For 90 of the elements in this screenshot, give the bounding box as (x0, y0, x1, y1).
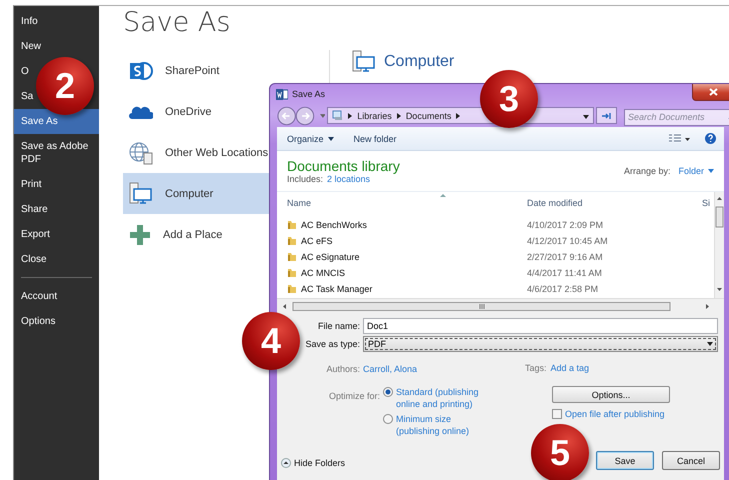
radio-option[interactable]: Standard (publishing online and printing) (383, 386, 493, 410)
file-name-field[interactable]: Doc1 (363, 318, 718, 334)
sidebar-item[interactable]: Sa (14, 84, 34, 109)
options-button[interactable]: Options... (552, 386, 670, 403)
locations-link[interactable]: 2 locations (327, 174, 370, 184)
caret-icon (582, 114, 589, 118)
sidebar-item[interactable]: O (14, 59, 30, 84)
sidebar-item[interactable]: Close (14, 247, 48, 272)
close-button[interactable] (692, 84, 729, 101)
sidebar-item[interactable]: Info (14, 9, 39, 34)
authors-link[interactable]: Carroll, Alona (363, 364, 418, 374)
caret-icon (320, 114, 326, 118)
arrow-icon (456, 112, 460, 118)
sharepoint-icon (129, 60, 153, 82)
arrange-dropdown[interactable]: Folder (678, 166, 714, 176)
sidebar-item[interactable]: Share (14, 197, 49, 222)
date-cell: 4/6/2017 2:58 PM (527, 284, 598, 294)
word-icon (276, 88, 288, 100)
sidebar-item[interactable]: Print (14, 172, 43, 197)
place-label: Other Web Locations (165, 146, 268, 158)
place-item[interactable]: SharePoint (123, 50, 329, 91)
refresh-icon (601, 112, 612, 120)
dialog-button[interactable]: Save (596, 451, 654, 470)
field-label: File name: (316, 321, 361, 331)
column-header[interactable]: Si (702, 198, 714, 208)
folder-icon (287, 252, 297, 262)
breadcrumb-item[interactable]: Documents (406, 110, 452, 120)
dialog-title: Save As (292, 89, 326, 99)
folder-row[interactable]: AC eFS (287, 236, 527, 246)
library-title: Documents library (287, 158, 400, 174)
location-heading: Computer (384, 53, 454, 71)
page-title: Save As (123, 6, 230, 40)
folder-row[interactable]: AC BenchWorks (287, 220, 527, 230)
tags-link[interactable]: Add a tag (550, 363, 590, 373)
view-icon[interactable] (669, 134, 691, 144)
plus-icon (129, 224, 151, 246)
sidebar-item[interactable]: New (14, 34, 42, 59)
date-cell: 4/4/2017 11:41 AM (527, 268, 602, 278)
radio-option[interactable]: Minimum size (publishing online) (383, 413, 493, 437)
folder-row[interactable]: AC MNCIS (287, 268, 527, 278)
computer-icon (352, 50, 376, 74)
place-label: Computer (165, 188, 214, 200)
open-after-checkbox[interactable]: Open file after publishing (552, 409, 670, 419)
horizontal-scrollbar[interactable] (277, 298, 724, 310)
column-header[interactable]: Date modified (527, 198, 702, 208)
folder-row[interactable]: AC Task Manager (287, 284, 527, 294)
folder-icon (287, 236, 297, 246)
search-field[interactable]: Search Documents (624, 108, 729, 126)
place-label: OneDrive (165, 106, 212, 118)
toolbar-button[interactable]: New folder (354, 134, 397, 144)
authors-label: Authors: (326, 364, 360, 374)
folder-icon (287, 268, 297, 278)
place-label: SharePoint (165, 64, 220, 76)
collapse-icon (281, 458, 291, 468)
folder-icon (287, 220, 297, 230)
help-icon[interactable] (705, 133, 716, 144)
sort-arrow-icon (440, 194, 446, 197)
hide-folders-button[interactable]: Hide Folders (281, 458, 346, 468)
caret-icon (328, 136, 334, 140)
field-label: Save as type: (304, 339, 361, 349)
sidebar-item[interactable]: Account (14, 284, 58, 309)
date-cell: 2/27/2017 9:16 AM (527, 252, 603, 262)
close-icon (708, 88, 718, 96)
date-cell: 4/12/2017 10:45 AM (527, 236, 608, 246)
sidebar-item[interactable]: Save as Adobe PDF (14, 134, 99, 172)
date-cell: 4/10/2017 2:09 PM (527, 220, 604, 230)
arrow-icon (396, 112, 401, 118)
place-label: Add a Place (163, 228, 222, 240)
save-type-dropdown[interactable]: PDF (363, 336, 718, 352)
cloud-icon (129, 104, 153, 118)
toolbar-button[interactable]: Organize (287, 134, 334, 144)
includes-label: Includes: (287, 174, 324, 184)
arrow-icon (348, 112, 352, 118)
sidebar-item[interactable]: Options (14, 309, 56, 334)
computer-icon (129, 182, 153, 206)
vertical-scrollbar[interactable] (714, 192, 724, 298)
breadcrumb-item[interactable]: Libraries (357, 110, 392, 120)
sidebar-item[interactable]: Export (14, 222, 51, 247)
refresh-button[interactable] (596, 107, 618, 124)
arrange-label: Arrange by: (624, 166, 670, 176)
caret-icon (707, 342, 713, 346)
folder-row[interactable]: AC eSignature (287, 252, 527, 262)
globe-icon (129, 140, 153, 164)
caret-icon (708, 169, 714, 173)
library-icon (332, 110, 344, 121)
optimize-label: Optimize for: (328, 391, 380, 401)
folder-icon (287, 284, 297, 294)
dialog-button[interactable]: Cancel (662, 451, 720, 470)
sidebar-item[interactable]: Save As (14, 109, 99, 134)
tags-label: Tags: (525, 363, 547, 373)
